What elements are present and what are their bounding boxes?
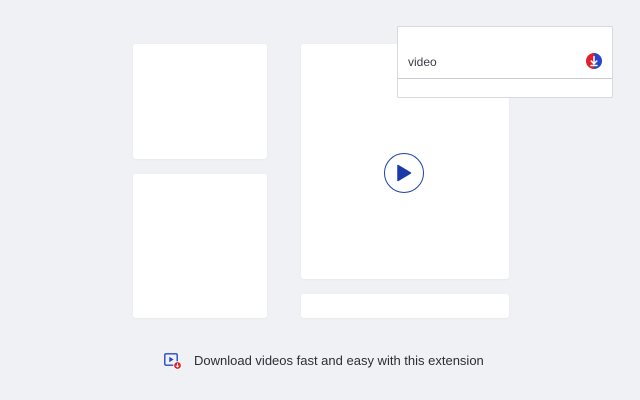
play-icon — [397, 164, 412, 182]
thumbnail-card-bottom-left[interactable] — [133, 174, 267, 318]
promo-page: { "popup": { "label": "video", "icon": "… — [0, 0, 640, 400]
footer-text: Download videos fast and easy with this … — [194, 353, 484, 368]
popup-video-row[interactable]: video — [398, 27, 612, 79]
download-circle-icon[interactable] — [586, 53, 602, 69]
thumbnail-card-top-left[interactable] — [133, 44, 267, 159]
footer-tagline: Download videos fast and easy with this … — [164, 352, 484, 370]
play-button[interactable] — [384, 153, 424, 193]
download-popup: video — [397, 26, 613, 98]
popup-video-label: video — [408, 55, 437, 69]
video-download-icon — [164, 353, 182, 370]
video-caption-bar — [301, 294, 509, 318]
